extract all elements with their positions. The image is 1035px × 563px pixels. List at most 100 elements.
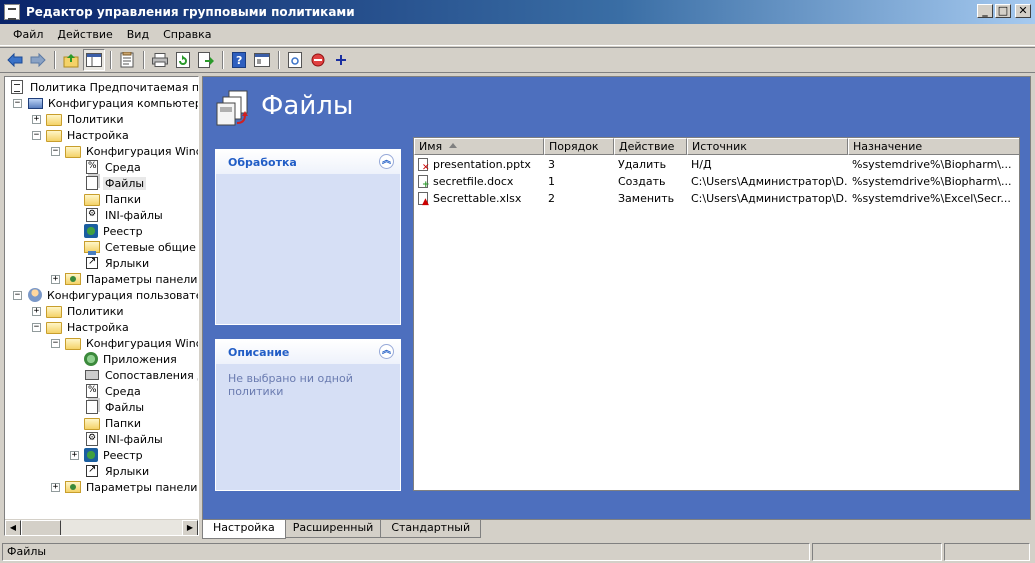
tab-standard[interactable]: Стандартный (380, 520, 482, 538)
up-level-button[interactable] (60, 49, 82, 71)
tree-label: Сопоставления ди (105, 368, 198, 382)
tree-node-root[interactable]: Политика Предпочитаемая полит (9, 79, 198, 95)
tree-node-user-shortcuts[interactable]: Ярлыки (84, 463, 151, 479)
table-row[interactable]: ▲ Secrettable.xlsx 2 Заменить C:\Users\Админ… (414, 190, 1019, 207)
new-file-button[interactable] (284, 49, 306, 71)
column-header-name[interactable]: Имя (414, 138, 544, 155)
tree-node-registry[interactable]: Реестр (84, 223, 145, 239)
tree-node-ini-files[interactable]: INI-файлы (84, 207, 165, 223)
tab-settings[interactable]: Настройка (202, 520, 286, 539)
tree-label: Параметры панели уп (86, 272, 198, 286)
column-header-order[interactable]: Порядок (544, 138, 614, 155)
tree-node-user-ini-files[interactable]: INI-файлы (84, 431, 165, 447)
export-button[interactable] (195, 49, 217, 71)
tree-node-windows-config[interactable]: Конфигурация Window (65, 143, 198, 159)
column-header-source[interactable]: Источник (687, 138, 848, 155)
collapse-chevron-icon[interactable]: ︽ (379, 154, 394, 169)
tree-node-user-registry[interactable]: Реестр (84, 447, 145, 463)
maximize-button[interactable]: □ (995, 4, 1011, 18)
column-header-target[interactable]: Назначение (848, 138, 1019, 155)
status-panel-3 (944, 543, 1030, 561)
scroll-right-button[interactable]: ▶ (182, 520, 198, 535)
tree-node-user-environment[interactable]: Среда (84, 383, 143, 399)
show-hide-tree-button[interactable] (83, 49, 105, 71)
title-bar: Редактор управления групповыми политикам… (0, 0, 1035, 24)
expand-toggle[interactable]: + (32, 307, 41, 316)
forward-button[interactable] (27, 49, 49, 71)
refresh-icon (176, 52, 190, 68)
environment-icon (86, 160, 98, 174)
expand-toggle[interactable]: + (70, 451, 79, 460)
tree-node-policies[interactable]: Политики (46, 111, 126, 127)
minimize-button[interactable]: _ (977, 4, 993, 18)
tree-pane[interactable]: Политика Предпочитаемая полит − Конфигур… (4, 76, 199, 536)
svg-text:?: ? (236, 54, 242, 67)
tree-node-user-control-panel[interactable]: Параметры панели уп (65, 479, 198, 495)
menu-help[interactable]: Справка (156, 26, 218, 43)
tree-label: Конфигурация пользователя (47, 288, 198, 302)
column-header-action[interactable]: Действие (614, 138, 687, 155)
expand-toggle[interactable]: + (32, 115, 41, 124)
tree-node-network-shares[interactable]: Сетевые общие р (84, 239, 198, 255)
stop-button[interactable] (307, 49, 329, 71)
collapse-toggle[interactable]: − (51, 147, 60, 156)
network-share-icon (84, 241, 100, 255)
collapse-toggle[interactable]: − (32, 323, 41, 332)
collapse-toggle[interactable]: − (13, 291, 22, 300)
menu-action[interactable]: Действие (50, 26, 119, 43)
properties-button[interactable] (116, 49, 138, 71)
close-button[interactable]: ✕ (1015, 4, 1031, 18)
files-list[interactable]: Имя Порядок Действие Источник Назначение… (413, 137, 1020, 491)
tree-node-control-panel[interactable]: Параметры панели уп (65, 271, 198, 287)
expand-toggle[interactable]: + (51, 483, 60, 492)
tree-node-user-settings[interactable]: Настройка (46, 319, 131, 335)
tree-node-files[interactable]: Файлы (84, 175, 147, 191)
processing-panel-header[interactable]: Обработка ︽ (216, 150, 400, 174)
tree-node-user-folders[interactable]: Папки (84, 415, 143, 431)
collapse-chevron-icon[interactable]: ︽ (379, 344, 394, 359)
menu-file[interactable]: Файл (6, 26, 50, 43)
menu-view[interactable]: Вид (120, 26, 156, 43)
registry-icon (84, 448, 98, 462)
tree-node-computer-config[interactable]: Конфигурация компьютера (28, 95, 198, 111)
list-header: Имя Порядок Действие Источник Назначение (414, 138, 1019, 155)
cell-text: 1 (548, 175, 555, 188)
help-button[interactable]: ? (228, 49, 250, 71)
control-panel-icon (65, 273, 81, 285)
cell-order: 1 (544, 173, 614, 190)
collapse-toggle[interactable]: − (51, 339, 60, 348)
tree-node-applications[interactable]: Приложения (84, 351, 179, 367)
add-button[interactable] (330, 49, 352, 71)
tree-node-settings[interactable]: Настройка (46, 127, 131, 143)
table-row[interactable]: + secretfile.docx 1 Создать C:\Users\Админис… (414, 173, 1019, 190)
window-controls: _ □ ✕ (977, 4, 1031, 18)
tree-node-drive-maps[interactable]: Сопоставления ди (84, 367, 198, 383)
tree-node-user-config[interactable]: Конфигурация пользователя (28, 287, 198, 303)
table-row[interactable]: ✕ presentation.pptx 3 Удалить Н/Д %systemdriv… (414, 156, 1019, 173)
refresh-button[interactable] (172, 49, 194, 71)
back-button[interactable] (4, 49, 26, 71)
tree-horizontal-scrollbar[interactable]: ◀ ▶ (5, 519, 198, 535)
file-item-icon: ✕ (417, 157, 431, 172)
tree-label: Файлы (103, 176, 147, 190)
tree-node-user-policies[interactable]: Политики (46, 303, 126, 319)
tree-node-environment[interactable]: Среда (84, 159, 143, 175)
tree-node-user-windows-config[interactable]: Конфигурация Window (65, 335, 198, 351)
scroll-left-button[interactable]: ◀ (5, 520, 21, 535)
collapse-toggle[interactable]: − (13, 99, 22, 108)
toolbar-separator (278, 51, 280, 69)
console-button[interactable] (251, 49, 273, 71)
tree-node-folders[interactable]: Папки (84, 191, 143, 207)
print-button[interactable] (149, 49, 171, 71)
expand-toggle[interactable]: + (51, 275, 60, 284)
tree-node-shortcuts[interactable]: Ярлыки (84, 255, 151, 271)
description-panel-header[interactable]: Описание ︽ (216, 340, 400, 364)
cell-text: C:\Users\Администратор\D... (691, 192, 848, 205)
tree-node-user-files[interactable]: Файлы (84, 399, 146, 415)
scrollbar-thumb[interactable] (21, 520, 61, 535)
collapse-toggle[interactable]: − (32, 131, 41, 140)
environment-icon (86, 384, 98, 398)
properties-icon (120, 52, 134, 68)
file-item-icon (288, 52, 302, 68)
tab-extended[interactable]: Расширенный (281, 520, 385, 538)
